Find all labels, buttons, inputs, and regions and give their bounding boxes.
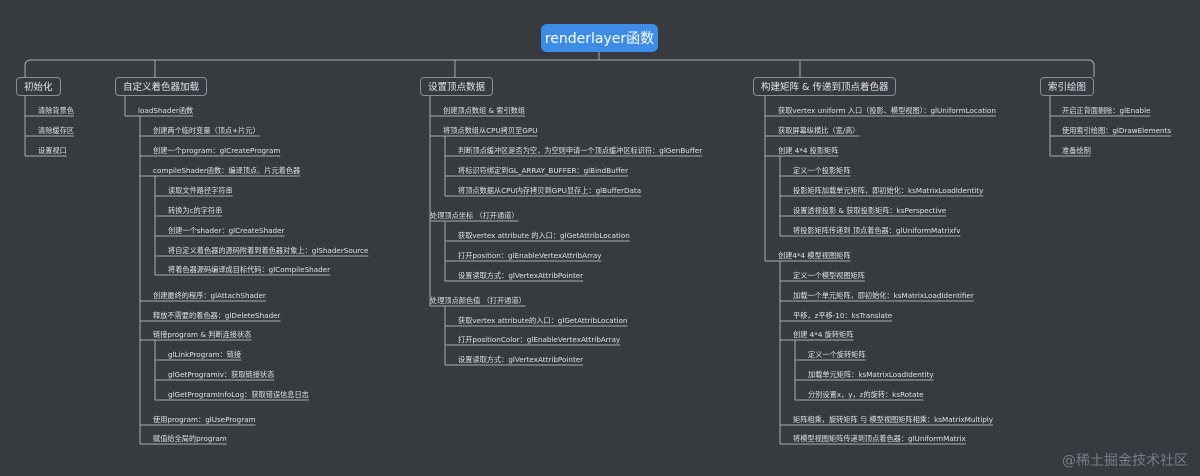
shader-load-function[interactable]: loadShader函数 (138, 105, 193, 116)
vertex-node[interactable]: 获取vertex attribute的入口：glGetAttribLocatio… (458, 315, 627, 326)
shader-node[interactable]: 读取文件路径字符串 (168, 185, 233, 196)
shader-node[interactable]: 将着色器源码编译成目标代码：glCompileShader (168, 264, 330, 275)
matrix-node[interactable]: 获取屏幕纵横比（宽/高） (778, 125, 860, 136)
matrix-node[interactable]: 分别设置x，y，z的旋转：ksRotate (808, 389, 924, 400)
watermark: @稀土掘金技术社区 (1062, 453, 1188, 469)
shader-node[interactable]: 释放不需要的着色器：glDeleteShader (153, 310, 281, 321)
branch-draw[interactable]: 索引绘图 (1040, 77, 1095, 96)
matrix-projection[interactable]: 创建 4*4 投影矩阵 (778, 145, 838, 156)
vertex-color-channel[interactable]: 处理顶点颜色值 （打开通道） (430, 295, 526, 306)
branch-shader[interactable]: 自定义着色器加载 (115, 77, 208, 96)
shader-node[interactable]: 赋值给全局的program (153, 433, 227, 444)
matrix-node[interactable]: 将模型视图矩阵传递到顶点着色器：glUniformMatrix (793, 433, 966, 444)
branch-matrix[interactable]: 构建矩阵 & 传递到顶点着色器 (753, 77, 897, 96)
matrix-node[interactable]: 加载单元矩阵：ksMatrixLoadIdentity (808, 369, 934, 380)
init-item[interactable]: 设置视口 (38, 145, 67, 156)
matrix-node[interactable]: 将投影矩阵传递到 顶点着色器：glUniformMatrixfv (793, 225, 960, 236)
draw-item[interactable]: 开启正背面剔除：glEnable (1062, 105, 1151, 116)
vertex-position-channel[interactable]: 处理顶点坐标 （打开通道） (430, 210, 519, 221)
root-node[interactable]: renderlayer函数 (541, 24, 658, 52)
shader-node[interactable]: 创建一个program：glCreateProgram (153, 145, 280, 156)
init-item[interactable]: 清除背景色 (38, 105, 74, 116)
shader-node[interactable]: glGetProgramInfoLog：获取错误信息日志 (168, 389, 309, 400)
matrix-node[interactable]: 投影矩阵加载单元矩阵，即初始化：ksMatrixLoadIdentity (793, 185, 983, 196)
init-item[interactable]: 清除缓存区 (38, 125, 74, 136)
shader-node[interactable]: 创建一个shader：glCreateShader (168, 225, 285, 236)
vertex-node[interactable]: 打开position：glEnableVertexAttribArray (458, 250, 601, 261)
matrix-node[interactable]: 设置透视投影 & 获取投影矩阵：ksPerspective (793, 205, 946, 216)
vertex-copy-to-gpu[interactable]: 将顶点数组从CPU拷贝至GPU (443, 125, 537, 136)
vertex-node[interactable]: 获取vertex attribute 的入口：glGetAttribLocati… (458, 230, 630, 241)
vertex-node[interactable]: 设置读取方式：glVertexAttribPointer (458, 270, 583, 281)
shader-node[interactable]: glGetProgramiv：获取链接状态 (168, 369, 274, 380)
shader-node[interactable]: 创建两个临时变量（顶点+片元） (153, 125, 260, 136)
branch-vertex[interactable]: 设置顶点数据 (420, 77, 494, 96)
matrix-node[interactable]: 定义一个旋转矩阵 (808, 349, 866, 360)
draw-item[interactable]: 使用索引绘图：glDrawElements (1062, 125, 1171, 136)
vertex-node[interactable]: 创建顶点数组 & 索引数组 (443, 105, 525, 116)
matrix-node[interactable]: 加载一个单元矩阵，即初始化：ksMatrixLoadIdentifier (793, 290, 974, 301)
matrix-node[interactable]: 获取vertex uniform 入口（投影、模型视图）：glUniformLo… (778, 105, 996, 116)
shader-node[interactable]: 创建最终的程序：glAttachShader (153, 290, 266, 301)
matrix-node[interactable]: 定义一个模型视图矩阵 (793, 270, 865, 281)
matrix-modelview[interactable]: 创建4*4 模型视图矩阵 (778, 250, 851, 261)
matrix-rotation[interactable]: 创建 4*4 旋转矩阵 (793, 329, 853, 340)
branch-init[interactable]: 初始化 (16, 77, 61, 96)
matrix-node[interactable]: 平移，z平移-10：ksTranslate (793, 310, 892, 321)
matrix-node[interactable]: 矩阵相乘，旋转矩阵 与 模型视图矩阵相乘：ksMatrixMultiply (793, 414, 993, 425)
vertex-node[interactable]: 判断顶点缓冲区是否为空，为空则申请一个顶点缓冲区标识符：glGenBuffer (458, 145, 702, 156)
vertex-node[interactable]: 设置读取方式：glVertexAttribPointer (458, 354, 583, 365)
shader-compile-function[interactable]: compileShader函数：编译顶点、片元着色器 (153, 165, 300, 176)
connector-line (24, 59, 1095, 77)
shader-node[interactable]: glLinkProgram：链接 (168, 349, 241, 360)
shader-node[interactable]: 使用program：glUseProgram (153, 414, 256, 425)
vertex-node[interactable]: 打开positionColor：glEnableVertexAttribArra… (458, 334, 620, 345)
vertex-node[interactable]: 将标识符绑定到GL_ARRAY_BUFFER：glBindBuffer (458, 165, 628, 176)
draw-item[interactable]: 准备绘制 (1062, 145, 1091, 156)
vertex-node[interactable]: 将顶点数据从CPU内存拷贝到GPU显存上：glBufferData (458, 185, 641, 196)
shader-node[interactable]: 转换为c的字符串 (168, 205, 222, 216)
shader-node[interactable]: 将自定义着色器的源码附着到着色器对象上：glShaderSource (168, 245, 368, 256)
matrix-node[interactable]: 定义一个投影矩阵 (793, 165, 851, 176)
shader-link-program[interactable]: 链接program & 判断连接状态 (153, 329, 251, 340)
